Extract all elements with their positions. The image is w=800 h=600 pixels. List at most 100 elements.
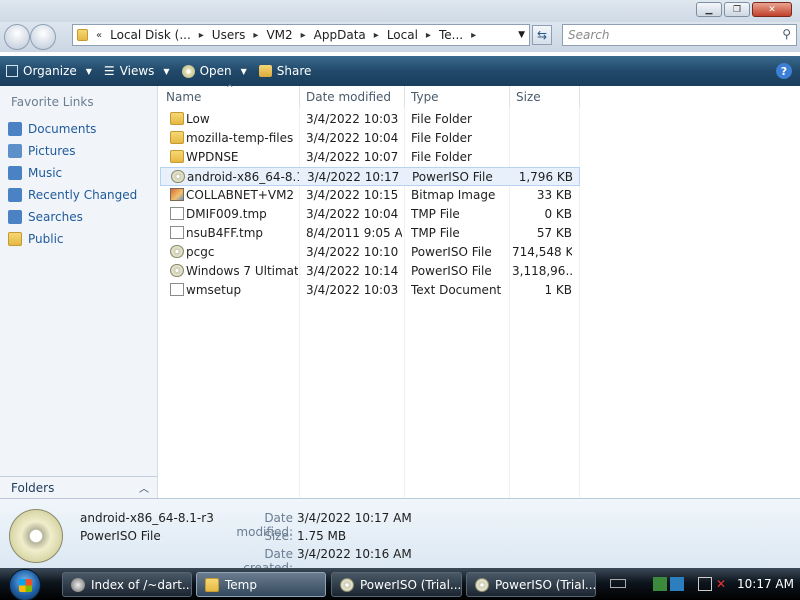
views-label: Views [119,64,155,78]
search-placeholder: Search [568,28,610,42]
clock[interactable]: 10:17 AM [737,577,794,591]
file-name: pcgc [186,245,215,259]
poweriso-icon [340,577,354,592]
close-button[interactable]: ✕ [752,2,792,17]
network-icon[interactable] [698,577,712,591]
table-row[interactable]: Low 3/4/2022 10:03 ... File Folder [160,110,580,129]
poweriso-icon [475,577,489,592]
share-button[interactable]: Share [253,64,318,78]
file-date: 3/4/2022 10:17 ... [307,170,403,184]
forward-button[interactable] [30,24,56,50]
sidebar-item-searches[interactable]: Searches [0,206,157,228]
sidebar-item-recently-changed[interactable]: Recently Changed [0,184,157,206]
update-icon[interactable] [670,577,684,591]
file-name: nsuB4FF.tmp [186,226,264,240]
favorite-links-heading: Favorite Links [11,95,94,109]
search-folder-icon [8,210,22,224]
breadcrumb-separator-icon[interactable]: ▸ [253,30,258,41]
breadcrumb-separator-icon[interactable]: ▸ [199,30,204,41]
breadcrumb-separator-icon[interactable]: ▸ [374,30,379,41]
start-button[interactable] [9,569,41,600]
table-row[interactable]: wmsetup 3/4/2022 10:03 ... Text Document 1 … [160,281,580,300]
taskbar-item-browser[interactable]: Index of /~dart... [62,572,192,597]
sidebar-item-label: Music [28,166,63,180]
sidebar-item-music[interactable]: Music [0,162,157,184]
column-header-name[interactable]: Name ^ [160,84,300,108]
chevron-down-icon: ▼ [85,66,92,76]
sidebar-item-public[interactable]: Public [0,228,157,250]
share-label: Share [276,64,312,78]
table-row[interactable]: android-x86_64-8.1... 3/4/2022 10:17 ... P… [160,167,580,186]
table-row[interactable]: WPDNSE 3/4/2022 10:07 ... File Folder [160,148,580,167]
file-type: TMP File [411,207,460,221]
column-header-type[interactable]: Type [405,86,510,108]
table-row[interactable]: nsuB4FF.tmp 8/4/2011 9:05 A... TMP File 57 … [160,224,580,243]
search-input[interactable]: Search ⚲ [562,24,797,46]
overflow-chevron-icon[interactable]: « [96,30,102,41]
taskbar-item-temp[interactable]: Temp [196,572,326,597]
sidebar-item-pictures[interactable]: Pictures [0,140,157,162]
table-row[interactable]: COLLABNET+VM2 3/4/2022 10:15 ... Bitmap Im… [160,186,580,205]
column-header-size[interactable]: Size [510,86,580,108]
taskbar-item-poweriso-2[interactable]: PowerISO (Trial... [466,572,596,597]
column-header-label: Name [166,90,202,104]
table-row[interactable]: mozilla-temp-files 3/4/2022 10:04 ... File… [160,129,580,148]
keyboard-icon[interactable] [610,579,626,588]
disc-image-icon [171,170,185,183]
task-label: Temp [225,577,257,592]
open-label: Open [199,64,232,78]
security-icon[interactable] [653,577,667,591]
file-type: Text Document [411,283,502,297]
file-name: WPDNSE [186,150,239,164]
file-size: 714,548 KB [512,245,572,259]
folder-icon [8,232,22,246]
folder-icon [170,112,184,125]
file-name: android-x86_64-8.1... [187,170,299,184]
breadcrumb-separator-icon[interactable]: ▸ [471,30,476,41]
breadcrumb-appdata[interactable]: AppData [314,28,366,42]
table-row[interactable]: Windows 7 Ultimat... 3/4/2022 10:14 ... Po… [160,262,580,281]
sidebar-item-documents[interactable]: Documents [0,118,157,140]
file-type: PowerISO File [412,170,493,184]
table-row[interactable]: DMIF009.tmp 3/4/2022 10:04 ... TMP File 0 K… [160,205,580,224]
detail-modified-value: 3/4/2022 10:17 AM [297,511,412,525]
file-date: 3/4/2022 10:15 ... [306,188,402,202]
breadcrumb-vm2[interactable]: VM2 [266,28,292,42]
file-name: Windows 7 Ultimat... [186,264,298,278]
maximize-button[interactable]: ❐ [724,2,750,17]
file-icon [170,283,184,296]
taskbar-item-poweriso-1[interactable]: PowerISO (Trial... [331,572,462,597]
file-type: File Folder [411,131,472,145]
views-button[interactable]: ☰ Views ▼ [98,64,176,78]
breadcrumb-local-disk[interactable]: Local Disk (... [110,28,191,42]
file-size: 1,796 KB [518,170,573,184]
table-row[interactable]: pcgc 3/4/2022 10:10 ... PowerISO File 714,5… [160,243,580,262]
file-type: File Folder [411,150,472,164]
breadcrumb-local[interactable]: Local [387,28,418,42]
refresh-button[interactable]: ⇆ [532,25,552,45]
file-date: 3/4/2022 10:04 ... [306,131,402,145]
search-icon[interactable]: ⚲ [782,27,791,41]
address-dropdown-icon[interactable]: ▼ [518,30,525,40]
minimize-button[interactable]: ▁ [696,2,722,17]
back-button[interactable] [4,24,30,50]
help-button[interactable]: ? [776,63,792,79]
open-button[interactable]: Open ▼ [176,64,253,78]
sidebar-item-label: Public [28,232,64,246]
breadcrumb-separator-icon[interactable]: ▸ [301,30,306,41]
disc-image-icon [170,264,184,277]
breadcrumb-users[interactable]: Users [212,28,246,42]
address-bar[interactable]: « Local Disk (... ▸ Users ▸ VM2 ▸ AppDat… [72,24,530,46]
folder-icon [77,29,88,41]
column-header-date[interactable]: Date modified [300,86,405,108]
file-type: File Folder [411,112,472,126]
folders-toggle[interactable]: Folders ︿ [0,476,158,498]
file-date: 3/4/2022 10:07 ... [306,150,402,164]
breadcrumb-temp[interactable]: Te... [439,28,463,42]
organize-button[interactable]: Organize ▼ [0,64,98,78]
file-name: wmsetup [186,283,242,297]
bitmap-icon [170,188,184,201]
volume-muted-icon[interactable]: ✕ [716,577,730,591]
sidebar-item-label: Documents [28,122,97,136]
breadcrumb-separator-icon[interactable]: ▸ [426,30,431,41]
